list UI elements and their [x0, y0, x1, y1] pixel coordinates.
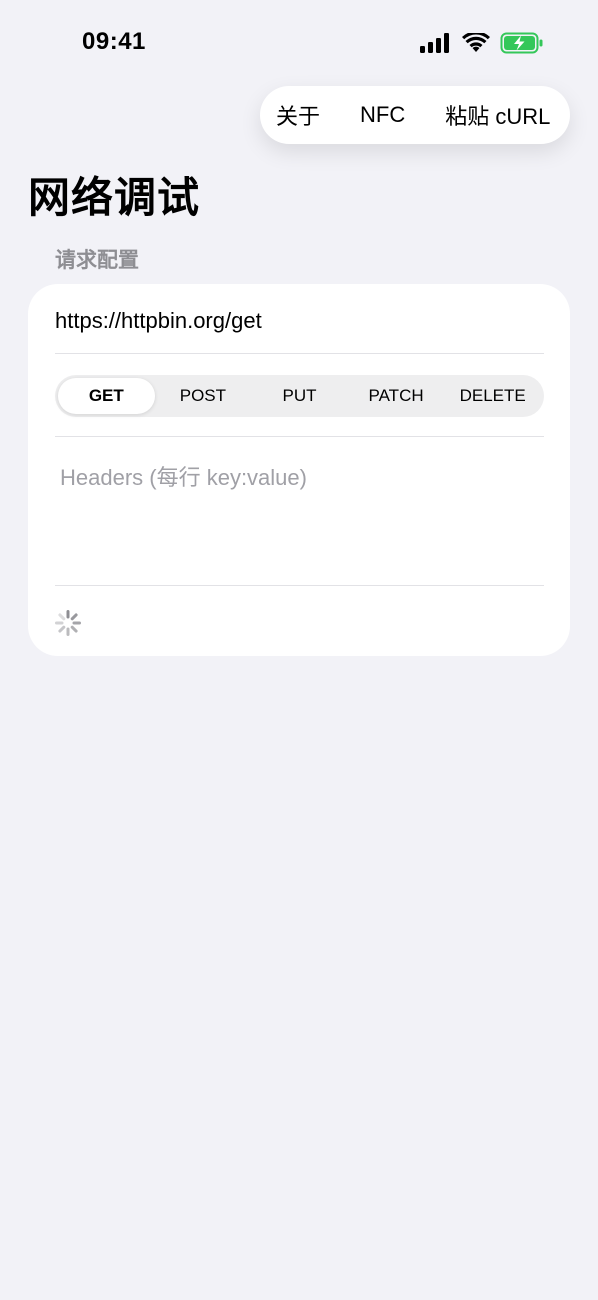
top-menu: 关于 NFC 粘贴 cURL — [260, 86, 570, 144]
menu-about-button[interactable]: 关于 — [276, 99, 320, 131]
menu-paste-curl-button[interactable]: 粘贴 cURL — [445, 99, 550, 131]
divider — [55, 436, 544, 437]
loading-spinner-icon — [54, 609, 82, 637]
method-segment-get[interactable]: GET — [58, 378, 155, 414]
divider — [55, 585, 544, 586]
url-input[interactable] — [55, 304, 543, 338]
method-segment-patch[interactable]: PATCH — [348, 378, 445, 414]
method-segmented-control: GET POST PUT PATCH DELETE — [55, 375, 544, 417]
method-segment-put[interactable]: PUT — [251, 378, 348, 414]
page-title: 网络调试 — [28, 173, 201, 222]
method-segment-post[interactable]: POST — [155, 378, 252, 414]
request-config-card: GET POST PUT PATCH DELETE — [28, 284, 570, 656]
battery-charging-icon — [500, 32, 544, 54]
divider — [55, 353, 544, 354]
section-label: 请求配置 — [55, 248, 139, 272]
method-segment-delete[interactable]: DELETE — [444, 378, 541, 414]
wifi-icon — [462, 33, 490, 53]
cellular-signal-icon — [420, 33, 452, 53]
status-icons — [420, 32, 544, 54]
status-bar: 09:41 — [0, 0, 598, 90]
menu-nfc-button[interactable]: NFC — [360, 102, 405, 128]
status-time: 09:41 — [82, 28, 146, 55]
headers-input[interactable] — [60, 460, 540, 570]
